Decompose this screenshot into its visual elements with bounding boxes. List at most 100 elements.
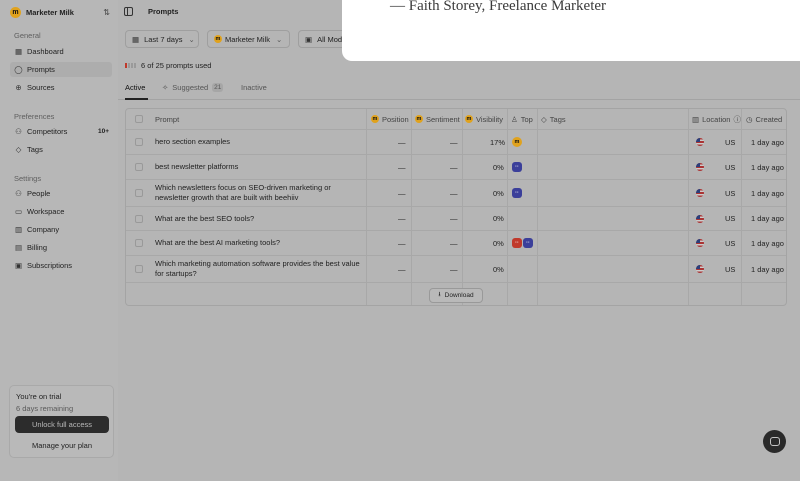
- header-label: Created: [755, 114, 783, 124]
- row-checkbox[interactable]: [135, 231, 143, 255]
- top-cell: ·· ··: [512, 231, 534, 255]
- row-checkbox[interactable]: [135, 207, 143, 230]
- created-cell: 1 day ago: [751, 188, 784, 198]
- header-visibility[interactable]: m Visibility: [465, 109, 503, 129]
- suggested-count-badge: 21: [212, 83, 224, 92]
- unlock-full-access-button[interactable]: Unlock full access: [15, 416, 109, 433]
- visibility-cell: 17%: [490, 137, 506, 147]
- top-cell: ··: [512, 180, 523, 206]
- tab-label: Active: [125, 83, 146, 92]
- competitor-logo-icon: ··: [512, 238, 522, 248]
- prompt-cell: best newsletter platforms: [155, 162, 239, 171]
- row-checkbox[interactable]: [135, 180, 143, 206]
- download-label: Download: [444, 292, 474, 299]
- calendar-icon: ▦: [132, 34, 140, 44]
- tab-active[interactable]: Active: [125, 83, 145, 92]
- sentiment-cell: —: [450, 214, 458, 223]
- sentiment-cell: —: [450, 188, 458, 198]
- location-cell: US: [725, 238, 736, 248]
- header-position[interactable]: m Position: [371, 109, 409, 129]
- header-prompt[interactable]: Prompt: [155, 109, 179, 129]
- cpu-icon: ▣: [305, 34, 313, 44]
- sidebar-item-sources[interactable]: ⊕ Sources: [10, 80, 112, 95]
- created-cell: 1 day ago: [751, 238, 784, 248]
- flag-us-icon: [696, 180, 704, 206]
- table-row[interactable]: Which marketing automation software prov…: [126, 256, 786, 283]
- workspace-logo: m: [10, 6, 21, 18]
- sidebar-item-label: Dashboard: [27, 47, 64, 56]
- select-all-checkbox[interactable]: [135, 109, 143, 129]
- tab-inactive[interactable]: Inactive: [241, 83, 267, 92]
- sidebar-item-label: Company: [27, 225, 60, 234]
- top-cell: ··: [512, 155, 523, 179]
- table-row[interactable]: hero section examples — — 17% m US 1 day…: [126, 130, 786, 155]
- row-checkbox[interactable]: [135, 130, 143, 154]
- trial-days-remaining: 6 days remaining: [16, 404, 74, 413]
- prompt-cell: hero section examples: [155, 137, 231, 146]
- manage-plan-button[interactable]: Manage your plan: [15, 438, 109, 452]
- sidebar-item-label: People: [27, 189, 51, 198]
- competitors-count-badge: 10+: [97, 128, 109, 135]
- download-button[interactable]: ⭳ Download: [429, 288, 483, 303]
- top-cell: m: [512, 130, 523, 154]
- sidebar-item-label: Tags: [27, 145, 43, 154]
- table-row[interactable]: Which newsletters focus on SEO-driven ma…: [126, 180, 786, 207]
- header-label: Location: [702, 114, 731, 124]
- position-cell: —: [398, 162, 406, 172]
- created-cell: 1 day ago: [751, 137, 784, 147]
- header-label: Visibility: [476, 114, 503, 124]
- tag-icon: ◇: [541, 114, 547, 124]
- date-range-filter[interactable]: ▦ Last 7 days ⌄: [125, 30, 199, 48]
- support-chat-button[interactable]: [763, 430, 786, 453]
- prompt-cell: Which marketing automation software prov…: [155, 259, 360, 278]
- sentiment-cell: —: [450, 162, 458, 172]
- sidebar-item-billing[interactable]: ▤ Billing: [10, 240, 112, 255]
- marketer-milk-logo-icon: m: [512, 137, 522, 147]
- sentiment-cell: —: [450, 264, 458, 274]
- chevron-down-icon: ⌄: [276, 34, 283, 44]
- sidebar-item-company[interactable]: ▥ Company: [10, 222, 112, 237]
- folder-icon: ▭: [14, 207, 23, 216]
- location-cell: US: [725, 214, 736, 223]
- brand-logo-icon: m: [214, 35, 222, 43]
- table-row[interactable]: What are the best SEO tools? — — 0% US 1…: [126, 207, 786, 231]
- sidebar-item-people[interactable]: ⚇ People: [10, 186, 112, 201]
- row-checkbox[interactable]: [135, 256, 143, 282]
- workspace-switcher[interactable]: m Marketer Milk ⇅: [10, 5, 110, 19]
- brand-logo-icon: m: [465, 115, 473, 123]
- sidebar-item-workspace[interactable]: ▭ Workspace: [10, 204, 112, 219]
- grid-icon: ▦: [14, 47, 23, 56]
- usage-text: 6 of 25 prompts used: [141, 61, 212, 70]
- header-sentiment[interactable]: m Sentiment: [415, 109, 460, 129]
- sidebar-item-tags[interactable]: ◇ Tags: [10, 142, 112, 157]
- table-row[interactable]: best newsletter platforms — — 0% ·· US 1…: [126, 155, 786, 180]
- header-tags[interactable]: ◇ Tags: [541, 109, 566, 129]
- tab-suggested[interactable]: ✧ Suggested 21: [162, 83, 224, 92]
- sparkle-icon: ✧: [162, 83, 169, 92]
- created-cell: 1 day ago: [751, 264, 784, 274]
- sidebar-item-subscriptions[interactable]: ▣ Subscriptions: [10, 258, 112, 273]
- brand-filter[interactable]: m Marketer Milk ⌄: [207, 30, 290, 48]
- header-location[interactable]: ▥ Location ⓘ: [692, 109, 744, 129]
- visibility-cell: 0%: [493, 162, 504, 172]
- header-top[interactable]: ♙ Top: [511, 109, 533, 129]
- header-label: Sentiment: [426, 114, 460, 124]
- competitor-logo-icon: ··: [512, 162, 522, 172]
- chevron-down-icon: ⌄: [188, 34, 195, 44]
- active-tab-indicator: [125, 98, 148, 100]
- sidebar-item-dashboard[interactable]: ▦ Dashboard: [10, 44, 112, 59]
- row-checkbox[interactable]: [135, 155, 143, 179]
- section-title-general: General: [14, 31, 41, 40]
- table-row[interactable]: What are the best AI marketing tools? — …: [126, 231, 786, 256]
- flag-us-icon: [696, 256, 704, 282]
- tab-label: Suggested: [172, 83, 209, 92]
- prompt-cell: What are the best SEO tools?: [155, 213, 255, 223]
- flag-us-icon: [696, 207, 704, 230]
- brand-value: Marketer Milk: [225, 34, 271, 44]
- header-created[interactable]: ◷ Created: [746, 109, 782, 129]
- sidebar-item-competitors[interactable]: ⚇ Competitors 10+: [10, 124, 112, 139]
- prompt-usage: 6 of 25 prompts used: [125, 61, 211, 70]
- sidebar-toggle-icon[interactable]: [124, 7, 133, 16]
- sidebar-item-prompts[interactable]: ◯ Prompts: [10, 62, 112, 77]
- sidebar-item-label: Sources: [27, 83, 55, 92]
